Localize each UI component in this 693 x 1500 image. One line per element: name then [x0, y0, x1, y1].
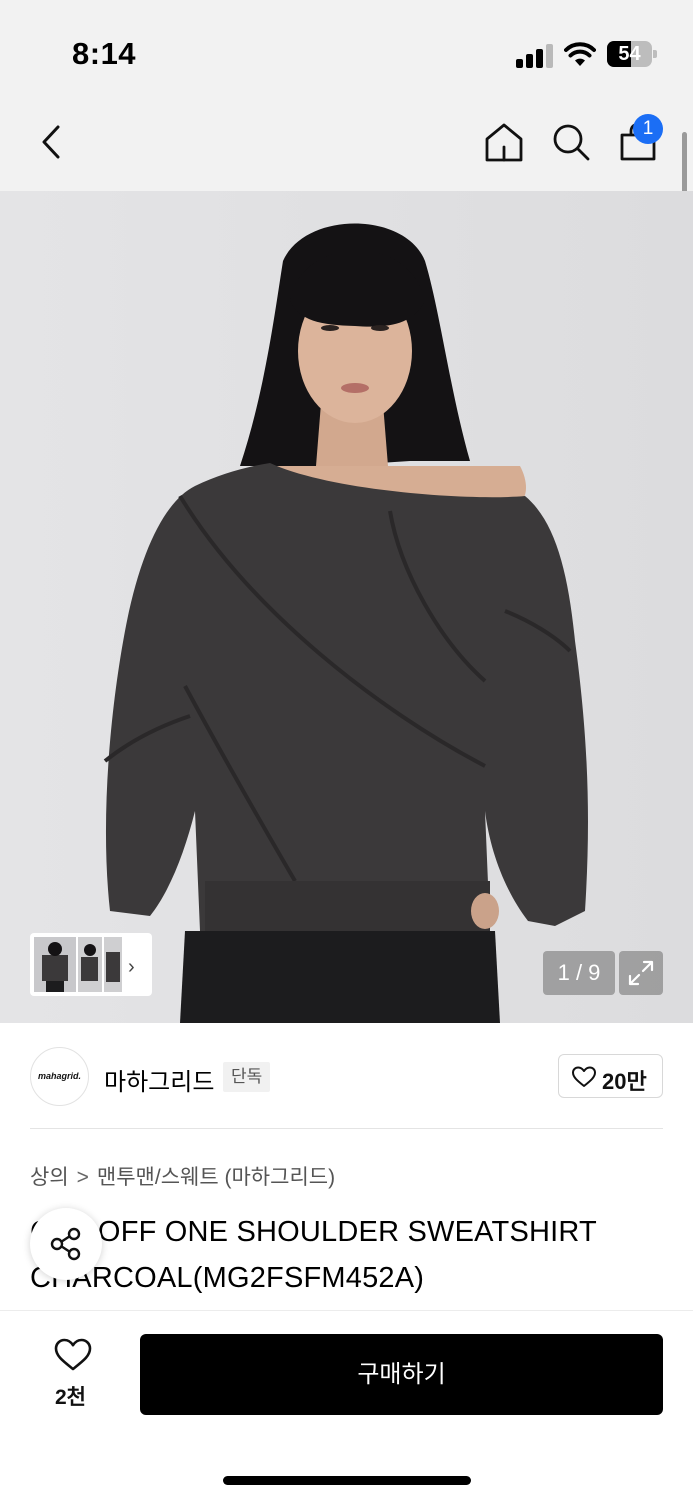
wishlist-count: 2천 — [55, 1386, 86, 1409]
expand-button[interactable] — [619, 951, 663, 995]
battery-icon: 54 — [607, 41, 657, 67]
breadcrumb-category[interactable]: 상의 — [30, 1166, 69, 1189]
battery-percent: 54 — [618, 43, 641, 65]
brand-like-count: 20만 — [602, 1069, 647, 1094]
thumbnail-3[interactable] — [104, 937, 122, 992]
chevron-right-icon[interactable]: › — [128, 956, 135, 979]
heart-icon — [572, 1066, 596, 1087]
divider — [30, 1128, 663, 1129]
cart-count-badge: 1 — [633, 114, 663, 144]
expand-icon — [628, 960, 654, 986]
chevron-left-icon[interactable] — [30, 120, 74, 164]
status-bar: 8:14 54 — [0, 0, 693, 100]
model-photo — [103, 223, 588, 1023]
image-counter: 1 / 9 — [543, 951, 615, 995]
signal-icon — [516, 44, 554, 68]
brand-like-button[interactable]: 20만 — [558, 1054, 663, 1098]
home-icon[interactable] — [482, 120, 526, 164]
status-time: 8:14 — [72, 36, 137, 71]
share-icon — [50, 1227, 81, 1261]
buy-button[interactable]: 구매하기 — [140, 1334, 663, 1415]
home-indicator — [223, 1476, 471, 1485]
brand-logo[interactable]: mahagrid. — [30, 1047, 89, 1106]
brand-name[interactable]: 마하그리드 — [104, 1062, 214, 1097]
thumbnail-2[interactable] — [78, 937, 102, 992]
wifi-icon — [564, 42, 596, 66]
search-icon[interactable] — [549, 120, 593, 164]
exclusive-tag: 단독 — [223, 1062, 271, 1092]
share-button[interactable] — [30, 1208, 102, 1280]
scroll-indicator — [682, 132, 687, 200]
nav-bar — [0, 100, 693, 191]
product-image[interactable] — [0, 191, 693, 1023]
product-title: CUT OFF ONE SHOULDER SWEATSHIRT CHARCOAL… — [30, 1216, 597, 1294]
breadcrumb-separator: > — [76, 1166, 89, 1189]
thumbnail-1[interactable] — [34, 937, 76, 992]
breadcrumb: 상의 > 맨투맨/스웨트 (마하그리드) — [30, 1161, 335, 1191]
breadcrumb-subcategory[interactable]: 맨투맨/스웨트 (마하그리드) — [97, 1166, 335, 1189]
wishlist-heart-icon[interactable] — [54, 1338, 92, 1372]
